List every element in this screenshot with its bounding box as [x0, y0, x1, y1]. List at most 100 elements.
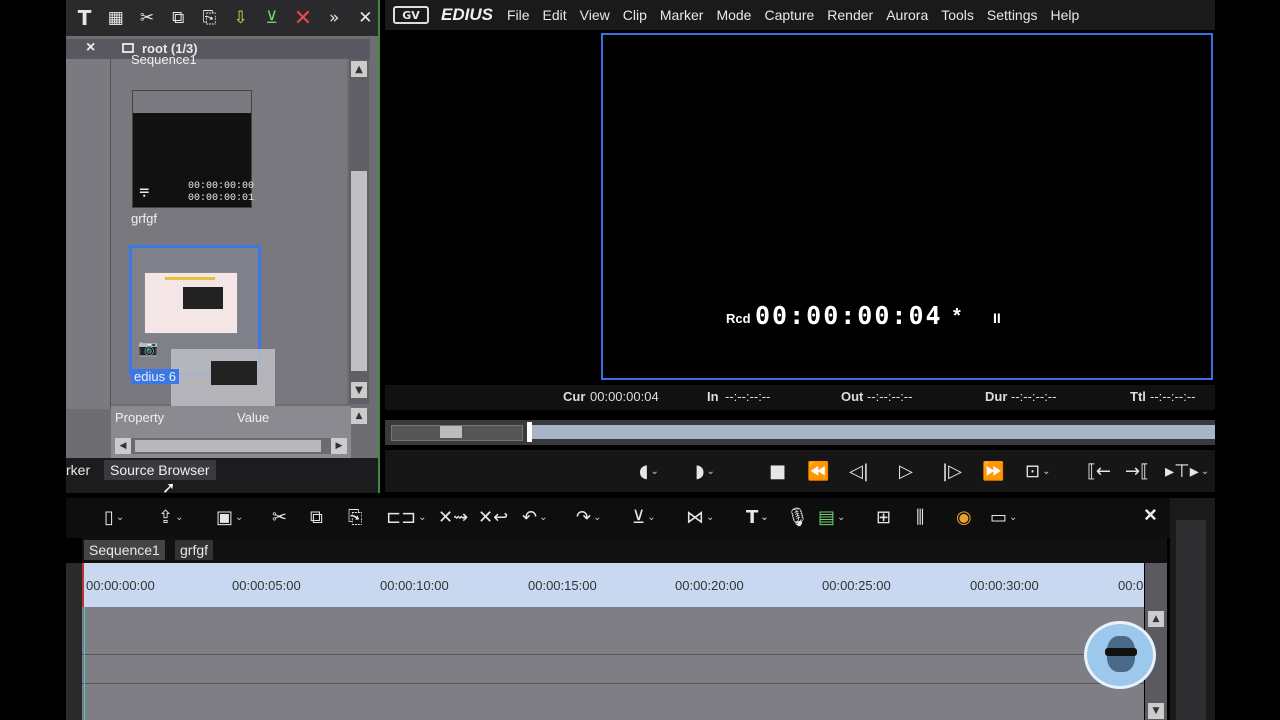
- snap-icon[interactable]: ⊻ ⌄: [632, 504, 656, 530]
- undo-icon[interactable]: ↶ ⌄: [522, 504, 547, 530]
- in-value: --:--:--:--: [725, 389, 771, 404]
- clip-name[interactable]: grfgf: [131, 211, 157, 226]
- redo-icon[interactable]: ↷ ⌄: [576, 504, 601, 530]
- property-hscrollbar[interactable]: ◀ ▶: [115, 438, 347, 454]
- dur-label: Dur: [985, 389, 1008, 404]
- delete-icon[interactable]: ✕↩: [478, 504, 508, 530]
- rewind-icon[interactable]: ⏪: [807, 458, 829, 484]
- match-frame-icon[interactable]: ▸⊤▸ ⌄: [1165, 458, 1209, 484]
- scroll-left-arrow-icon[interactable]: ◀: [115, 438, 131, 454]
- new-sequence-icon[interactable]: ▯ ⌄: [104, 504, 124, 530]
- clip-name[interactable]: edius 6: [131, 369, 179, 384]
- camera-icon: 📷: [138, 338, 158, 357]
- menu-settings[interactable]: Settings: [987, 7, 1038, 23]
- save-icon[interactable]: ▣ ⌄: [216, 504, 243, 530]
- track-row[interactable]: [82, 607, 1144, 655]
- copy-icon[interactable]: ⧉: [310, 504, 323, 530]
- menu-file[interactable]: File: [507, 7, 530, 23]
- tab-sequence1[interactable]: Sequence1: [84, 540, 165, 560]
- scroll-right-arrow-icon[interactable]: ▶: [331, 438, 347, 454]
- hscroll-thumb[interactable]: [135, 440, 321, 452]
- ruler-tick-label: 00:00:10:00: [380, 578, 449, 593]
- menu-aurora[interactable]: Aurora: [886, 7, 928, 23]
- color-wheel-icon[interactable]: ◉: [956, 504, 972, 530]
- cut-icon[interactable]: ✂: [134, 5, 159, 31]
- set-out-icon[interactable]: ◗ ⌄: [695, 458, 715, 484]
- ruler-tick-label: 00:0: [1118, 578, 1144, 593]
- insert-icon[interactable]: ⊻: [259, 5, 284, 31]
- tab-grfgf[interactable]: grfgf: [175, 540, 214, 560]
- fast-forward-icon[interactable]: ⏩: [982, 458, 1004, 484]
- menu-render[interactable]: Render: [827, 7, 873, 23]
- thumbnail-image: [144, 272, 238, 334]
- menu-marker[interactable]: Marker: [660, 7, 704, 23]
- prev-edit-icon[interactable]: ⟦←: [1087, 458, 1111, 484]
- video-preview[interactable]: Rcd 00:00:00:04 * II: [601, 33, 1213, 380]
- color-bars-icon[interactable]: ▦: [103, 5, 128, 31]
- title-icon[interactable]: T ⌄: [746, 504, 769, 530]
- playhead-marker[interactable]: [527, 422, 532, 442]
- tab-marker[interactable]: rker: [66, 462, 90, 478]
- timeline-playhead[interactable]: [82, 563, 84, 607]
- monitor-position-slider[interactable]: [385, 420, 1215, 445]
- export-icon[interactable]: ▤ ⌄: [818, 504, 845, 530]
- stop-icon[interactable]: ■: [769, 458, 786, 484]
- close-icon[interactable]: ✕: [353, 5, 378, 31]
- track-row[interactable]: [82, 684, 1144, 720]
- menu-capture[interactable]: Capture: [764, 7, 814, 23]
- menu-mode[interactable]: Mode: [716, 7, 751, 23]
- prop-scroll-up-icon[interactable]: ▲: [351, 408, 367, 424]
- sequence-tab-bar: Sequence1 grfgf: [82, 538, 1167, 563]
- paste-icon[interactable]: ⎘: [197, 5, 222, 31]
- timeline-ruler[interactable]: 00:00:00:00 00:00:05:00 00:00:10:00 00:0…: [82, 563, 1144, 607]
- ruler-tick-label: 00:00:15:00: [528, 578, 597, 593]
- loop-playback-icon[interactable]: ⊡ ⌄: [1025, 458, 1050, 484]
- play-icon[interactable]: ▷: [899, 458, 913, 484]
- tab-source-browser[interactable]: Source Browser: [104, 460, 216, 480]
- step-back-icon[interactable]: ◁|: [849, 458, 869, 484]
- timeline-close-button[interactable]: ×: [1144, 502, 1157, 528]
- track-row[interactable]: [82, 655, 1144, 684]
- add-to-timeline-icon[interactable]: ⇩: [228, 5, 253, 31]
- menu-view[interactable]: View: [580, 7, 610, 23]
- mixer-icon[interactable]: ⫼: [916, 504, 924, 530]
- bin-vertical-scrollbar[interactable]: ▲ ▼: [349, 59, 369, 404]
- set-in-icon[interactable]: ◖ ⌄: [639, 458, 659, 484]
- paste-icon[interactable]: ⎘: [348, 504, 362, 530]
- insert-mode-icon[interactable]: ⊏⊐ ⌄: [386, 504, 427, 530]
- transport-bar: ◖ ⌄ ◗ ⌄ ■ ⏪ ◁| ▷ |▷ ⏩ ⊡ ⌄ ⟦← →⟦ ▸⊤▸ ⌄: [385, 450, 1215, 492]
- folder-close-button[interactable]: ×: [86, 39, 95, 57]
- cut-icon[interactable]: ✂: [272, 504, 287, 530]
- menu-edit[interactable]: Edit: [543, 7, 567, 23]
- drag-preview: [171, 349, 275, 407]
- slider-track: [529, 425, 1215, 439]
- property-header: Property: [115, 410, 165, 425]
- title-tool-icon[interactable]: T: [72, 5, 97, 31]
- scroll-up-arrow-icon[interactable]: ▲: [351, 61, 367, 77]
- value-header: Value: [237, 410, 270, 425]
- sequence-icon: ⩦: [139, 179, 150, 200]
- layout-icon[interactable]: ▭ ⌄: [990, 504, 1017, 530]
- scroll-up-arrow-icon[interactable]: ▲: [1148, 611, 1164, 627]
- microphone-icon[interactable]: 🎙: [786, 504, 809, 530]
- menu-clip[interactable]: Clip: [623, 7, 647, 23]
- delete-icon[interactable]: ✕: [290, 5, 315, 31]
- scroll-down-arrow-icon[interactable]: ▼: [351, 382, 367, 398]
- slider-thumb[interactable]: [440, 426, 462, 438]
- menu-tools[interactable]: Tools: [941, 7, 974, 23]
- copy-icon[interactable]: ⧉: [166, 5, 191, 31]
- storyboard-icon[interactable]: ⊞: [876, 504, 891, 530]
- import-icon[interactable]: ⇪ ⌄: [158, 504, 183, 530]
- more-icon[interactable]: »: [322, 5, 347, 31]
- clip-thumbnail[interactable]: ⩦ 00:00:00:00 00:00:00:01: [132, 90, 254, 208]
- clip-name[interactable]: Sequence1: [131, 52, 197, 67]
- scroll-down-arrow-icon[interactable]: ▼: [1148, 703, 1164, 719]
- bin-tab-bar: rker Source Browser ➚: [66, 458, 378, 497]
- transition-icon[interactable]: ⋈ ⌄: [686, 504, 714, 530]
- timeline-tracks[interactable]: [82, 607, 1144, 720]
- menu-help[interactable]: Help: [1051, 7, 1080, 23]
- scroll-thumb[interactable]: [351, 171, 367, 371]
- next-edit-icon[interactable]: →⟦: [1125, 458, 1149, 484]
- delete-ripple-icon[interactable]: ✕⇝: [438, 504, 468, 530]
- step-forward-icon[interactable]: |▷: [942, 458, 962, 484]
